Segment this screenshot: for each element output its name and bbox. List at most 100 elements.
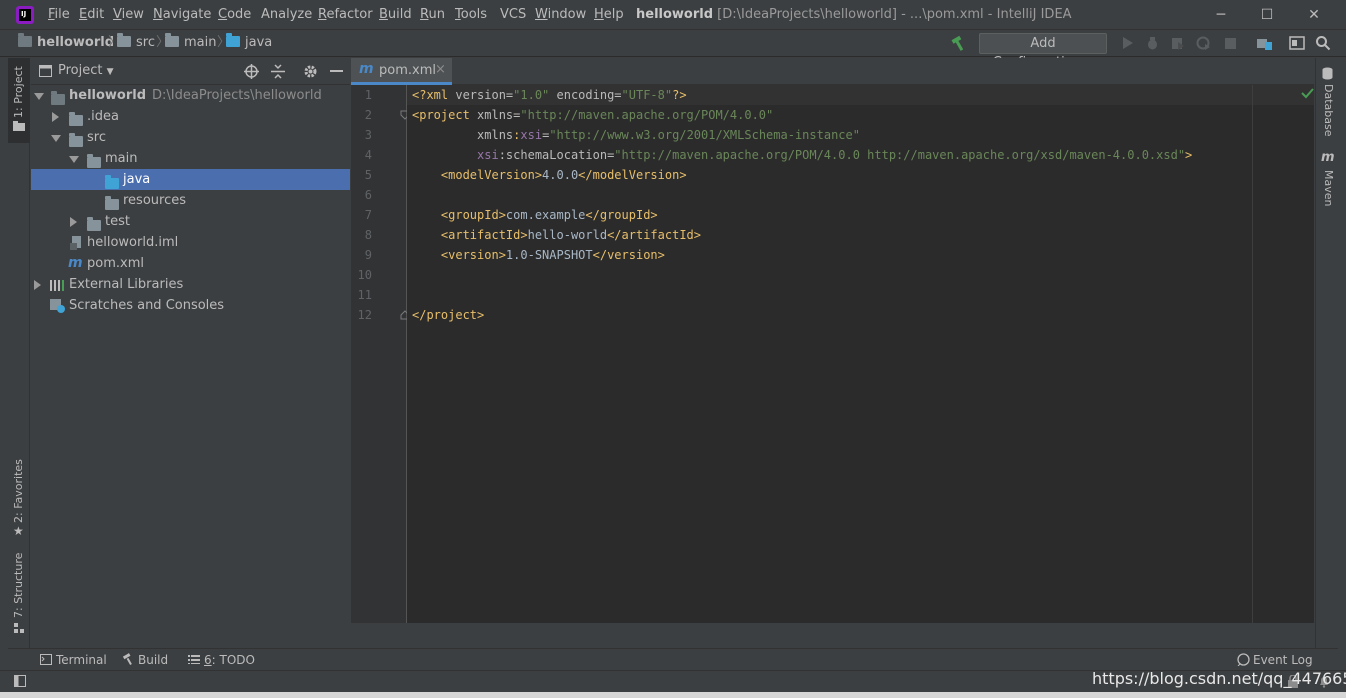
menu-code[interactable]: Code — [218, 6, 251, 24]
code-editor[interactable]: <?xml version="1.0" encoding="UTF-8"?> <p… — [407, 85, 1314, 623]
project-tool-tab-label: 1: Project — [12, 66, 25, 118]
tree-item-label: pom.xml — [87, 256, 144, 271]
tree-item-helloworld-iml[interactable]: helloworld.iml — [31, 232, 350, 253]
folder-icon — [69, 133, 83, 147]
tree-item-test[interactable]: test — [31, 211, 350, 232]
right-margin-guide — [1252, 85, 1253, 623]
menu-edit[interactable]: Edit — [79, 6, 104, 24]
line-number: 5 — [364, 168, 372, 182]
line-number: 4 — [364, 148, 372, 162]
menu-file[interactable]: File — [48, 6, 70, 24]
scratches-icon — [50, 299, 65, 313]
terminal-tool-tab[interactable]: Terminal — [40, 652, 107, 668]
project-tool-tab[interactable]: 1: Project — [8, 58, 30, 143]
watermark-text: https://blog.csdn.net/qq_44766592 — [1092, 669, 1346, 688]
stop-icon[interactable] — [1224, 37, 1237, 50]
line-number: 3 — [364, 128, 372, 142]
tree-item-label: External Libraries — [69, 277, 184, 292]
build-tool-tab[interactable]: Build — [122, 652, 168, 668]
favorites-tool-tab[interactable]: 2: Favorites — [12, 459, 25, 523]
tree-item-scratches[interactable]: Scratches and Consoles — [31, 295, 350, 316]
code-line: xsi:schemaLocation="http://maven.apache.… — [412, 148, 1193, 162]
hammer-icon[interactable] — [950, 35, 967, 52]
collapsed-arrow-icon — [70, 217, 77, 227]
title-bar: IJ File Edit View Navigate Code Analyze … — [0, 0, 1346, 30]
menu-vcs[interactable]: VCS — [500, 6, 526, 24]
structure-tool-tab[interactable]: 7: Structure — [12, 553, 25, 618]
right-tool-stripe: Database m Maven — [1315, 58, 1338, 648]
breadcrumb-main[interactable]: main — [165, 33, 216, 52]
line-number: 7 — [364, 208, 372, 222]
line-number: 1 — [364, 88, 372, 102]
run-icon[interactable] — [1120, 36, 1134, 50]
database-icon — [1322, 67, 1333, 80]
menu-run[interactable]: Run — [420, 6, 445, 24]
menu-tools[interactable]: Tools — [455, 6, 487, 24]
collapse-all-icon[interactable] — [271, 64, 285, 79]
tree-item-src[interactable]: src — [31, 127, 350, 148]
gear-icon[interactable] — [303, 64, 318, 79]
code-line: <project xmlns="http://maven.apache.org/… — [412, 108, 774, 122]
code-line: <modelVersion>4.0.0</modelVersion> — [412, 168, 687, 182]
add-configuration-button[interactable]: Add Configuration... — [979, 33, 1107, 70]
tree-item-java[interactable]: java — [31, 169, 350, 190]
profiler-icon[interactable] — [1196, 36, 1211, 51]
locate-file-icon[interactable] — [244, 64, 259, 79]
hammer-icon — [122, 653, 132, 665]
project-view-dropdown[interactable]: Project ▼ — [58, 62, 114, 81]
tree-item-helloworld[interactable]: helloworld D:\IdeaProjects\helloworld — [31, 85, 350, 106]
intellij-logo-icon[interactable]: IJ — [16, 6, 34, 24]
tool-window-bar: Terminal Build 6: TODO Event Log — [8, 648, 1338, 670]
collapsed-arrow-icon — [52, 112, 59, 122]
menu-window[interactable]: Window — [535, 6, 586, 24]
maven-tool-tab[interactable]: Maven — [1322, 170, 1335, 206]
database-tool-tab[interactable]: Database — [1322, 84, 1335, 137]
tree-item-path: D:\IdeaProjects\helloworld — [152, 88, 322, 103]
line-number: 12 — [357, 308, 372, 322]
line-number: 9 — [364, 248, 372, 262]
menu-help[interactable]: Help — [594, 6, 624, 24]
tree-item-pom-xml[interactable]: m pom.xml — [31, 253, 350, 274]
hide-panel-icon[interactable] — [330, 70, 343, 73]
toggle-tool-windows-icon[interactable] — [14, 675, 26, 687]
navigation-bar: helloworld 〉 src 〉 main 〉 java Add Confi… — [0, 30, 1346, 70]
menu-view[interactable]: View — [113, 6, 144, 24]
editor-tab-pom-xml[interactable]: m pom.xml × — [351, 58, 452, 85]
tree-item-resources[interactable]: resources — [31, 190, 350, 211]
project-view-icon — [39, 65, 52, 77]
tree-item-label: resources — [123, 193, 187, 208]
tree-item-label: helloworld.iml — [87, 235, 179, 250]
menu-navigate[interactable]: Navigate — [153, 6, 211, 24]
search-icon[interactable] — [1315, 35, 1331, 51]
todo-tool-tab[interactable]: 6: TODO — [188, 652, 255, 668]
star-icon: ★ — [13, 524, 24, 538]
tree-item-label: main — [105, 151, 138, 166]
minimize-button[interactable]: ─ — [1210, 5, 1232, 25]
breadcrumb-java[interactable]: java — [226, 33, 272, 52]
maximize-button[interactable]: ☐ — [1256, 5, 1278, 25]
breadcrumb-src[interactable]: src — [117, 33, 155, 52]
layout-icon[interactable] — [1289, 36, 1305, 51]
tree-item-label: helloworld — [69, 88, 147, 103]
tree-item-external-libraries[interactable]: External Libraries — [31, 274, 350, 295]
module-folder-icon — [51, 91, 65, 105]
run-with-coverage-icon[interactable] — [1170, 36, 1185, 51]
project-structure-icon[interactable] — [1256, 36, 1273, 51]
close-tab-icon[interactable]: × — [435, 62, 446, 77]
code-line: <version>1.0-SNAPSHOT</version> — [412, 248, 665, 262]
menu-build[interactable]: Build — [379, 6, 412, 24]
menu-analyze[interactable]: Analyze — [261, 6, 312, 24]
tree-item-idea[interactable]: .idea — [31, 106, 350, 127]
editor-bottom-area — [351, 623, 1314, 648]
folder-icon — [69, 112, 83, 126]
close-button[interactable]: ✕ — [1303, 5, 1325, 25]
resources-folder-icon — [105, 196, 119, 210]
folder-icon — [87, 154, 101, 168]
tree-item-main[interactable]: main — [31, 148, 350, 169]
breadcrumb-project[interactable]: helloworld — [18, 33, 114, 52]
line-number: 8 — [364, 228, 372, 242]
debug-icon[interactable] — [1145, 36, 1160, 51]
menu-refactor[interactable]: Refactor — [318, 6, 373, 24]
folder-icon — [165, 33, 179, 47]
event-log-tool-tab[interactable]: Event Log — [1237, 652, 1313, 668]
